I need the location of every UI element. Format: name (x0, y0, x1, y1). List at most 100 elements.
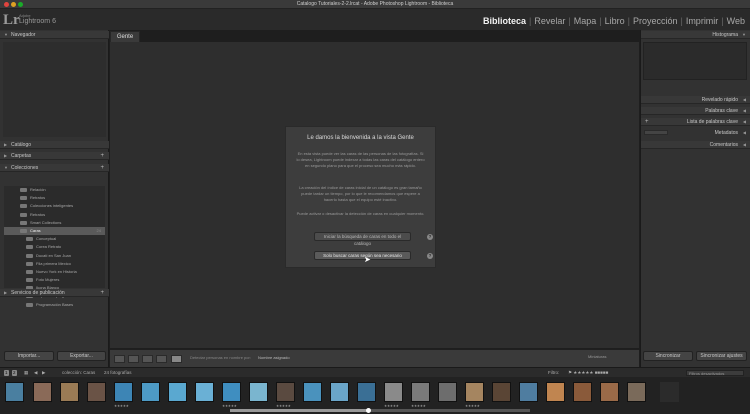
video-progress-bar[interactable] (230, 408, 530, 413)
navigator-preview[interactable] (3, 42, 106, 137)
index-all-faces-button[interactable]: Iniciar la búsqueda de caras en todo el … (314, 232, 411, 246)
list-item[interactable]: Fila primera Mexico (4, 260, 105, 268)
list-item[interactable]: Smart Collections (4, 219, 105, 227)
module-revelar[interactable]: Revelar (531, 16, 568, 26)
metadata-header[interactable]: Metadatos ◀ (690, 129, 750, 137)
histogram-header[interactable]: Histograma ▼ (641, 31, 750, 39)
catalog-header[interactable]: ▶ Catálogo (0, 141, 109, 149)
list-item-selected[interactable]: Caras 24 (4, 226, 105, 236)
collection-icon (26, 245, 33, 250)
add-publish-service-icon[interactable]: + (100, 289, 104, 297)
film-thumb[interactable] (222, 382, 241, 402)
tab-gente[interactable]: Gente (110, 31, 140, 42)
collection-icon (26, 278, 33, 283)
forward-arrow-icon[interactable]: ▶ (42, 370, 45, 376)
film-thumb[interactable] (5, 382, 24, 402)
loupe-view-icon[interactable] (128, 355, 139, 363)
film-thumb[interactable] (168, 382, 187, 402)
module-libro[interactable]: Libro (602, 16, 628, 26)
module-proyeccion[interactable]: Proyección (630, 16, 681, 26)
list-item[interactable]: Ducati en San Juan (4, 252, 105, 260)
keyword-list-header[interactable]: + Lista de palabras clave ◀ (641, 118, 750, 126)
film-thumb[interactable] (195, 382, 214, 402)
window-title: Catalogo Tutoriales-2-2.lrcat - Adobe Ph… (296, 1, 454, 7)
film-thumb[interactable] (600, 382, 619, 402)
sync-settings-button[interactable]: Sincronizar ajustes (696, 351, 747, 361)
primary-monitor-button[interactable]: 1 (4, 370, 9, 376)
expand-triangle-icon: ▶ (4, 142, 8, 147)
export-button[interactable]: Exportar... (57, 351, 106, 361)
film-thumb[interactable] (546, 382, 565, 402)
keywording-header[interactable]: Palabras clave ◀ (641, 107, 750, 115)
film-thumb[interactable] (384, 382, 403, 402)
collection-set-icon (20, 188, 27, 192)
list-item[interactable]: Conceptual (4, 235, 105, 243)
film-thumb[interactable] (357, 382, 376, 402)
grid-view-icon[interactable] (114, 355, 125, 363)
list-item[interactable]: Nuevo York en Historia (4, 268, 105, 276)
add-folder-icon[interactable]: + (100, 152, 104, 160)
list-item[interactable]: Corea Retrato (4, 243, 105, 251)
film-thumb[interactable] (519, 382, 538, 402)
expand-triangle-icon: ◀ (742, 142, 746, 147)
comments-header[interactable]: Comentarios ◀ (641, 141, 750, 149)
help-icon[interactable]: ? (427, 253, 433, 259)
metadata-preset-select[interactable] (644, 130, 668, 135)
back-arrow-icon[interactable]: ◀ (34, 370, 37, 376)
film-thumb[interactable] (276, 382, 295, 402)
film-thumb[interactable] (114, 382, 133, 402)
collapse-triangle-icon: ▼ (742, 32, 746, 37)
flag-filter-icon[interactable]: ⚑ ★★★★★ ■■■■■ (568, 370, 608, 376)
find-faces-as-needed-button[interactable]: Solo buscar caras según sea necesario (314, 251, 411, 260)
list-item[interactable]: Relación (4, 186, 105, 194)
collection-icon (26, 261, 33, 266)
list-item[interactable]: Programación Bases (4, 301, 105, 309)
folders-header[interactable]: ▶ Carpetas + (0, 152, 109, 160)
film-thumb[interactable] (573, 382, 592, 402)
grid-icon[interactable]: ▦ (24, 370, 28, 376)
quick-develop-header[interactable]: Revelado rápido ◀ (641, 96, 750, 104)
toolbar-hint: Detectar personas en nombre por: (190, 355, 251, 360)
add-collection-icon[interactable]: + (100, 164, 104, 172)
survey-view-icon[interactable] (156, 355, 167, 363)
film-thumb[interactable] (249, 382, 268, 402)
collection-icon (26, 253, 33, 258)
module-imprimir[interactable]: Imprimir (683, 16, 722, 26)
pointer-cursor-icon: ➤ (364, 255, 371, 264)
navigator-header[interactable]: ▼ Navegador (0, 31, 109, 39)
secondary-monitor-button[interactable]: 2 (12, 370, 17, 376)
film-thumb[interactable] (303, 382, 322, 402)
list-item[interactable]: Foto Mujeres (4, 276, 105, 284)
source-label[interactable]: colección: Caras (62, 370, 95, 375)
sync-button[interactable]: Sincronizar (643, 351, 693, 361)
film-thumb[interactable] (87, 382, 106, 402)
film-thumb[interactable] (627, 382, 646, 402)
collection-icon (20, 228, 27, 233)
filter-preset-select[interactable]: Filtros desactivados (686, 370, 744, 376)
import-button[interactable]: Importar... (4, 351, 54, 361)
title-bar: Catalogo Tutoriales-2-2.lrcat - Adobe Ph… (0, 0, 750, 9)
add-keyword-icon[interactable]: + (645, 118, 649, 126)
film-thumb[interactable] (411, 382, 430, 402)
film-thumb[interactable] (492, 382, 511, 402)
expand-triangle-icon: ◀ (742, 130, 746, 135)
film-thumb[interactable] (330, 382, 349, 402)
list-item[interactable]: Retratos (4, 211, 105, 219)
progress-knob[interactable] (366, 408, 371, 413)
module-mapa[interactable]: Mapa (571, 16, 600, 26)
help-icon[interactable]: ? (427, 234, 433, 240)
module-biblioteca[interactable]: Biblioteca (480, 16, 529, 26)
list-item[interactable]: Retratos (4, 194, 105, 202)
publish-services-header[interactable]: ▶ Servicios de publicación + (0, 289, 109, 297)
film-thumb[interactable] (465, 382, 484, 402)
film-thumb[interactable] (60, 382, 79, 402)
list-item[interactable]: Colecciones inteligentes (4, 202, 105, 210)
film-thumb[interactable] (438, 382, 457, 402)
compare-view-icon[interactable] (142, 355, 153, 363)
collections-header[interactable]: ▼ Colecciones + (0, 164, 109, 172)
film-thumb[interactable] (141, 382, 160, 402)
people-view-icon[interactable] (171, 355, 182, 363)
module-web[interactable]: Web (724, 16, 748, 26)
sort-dropdown[interactable]: Nombre asignado (258, 355, 290, 360)
film-thumb[interactable] (33, 382, 52, 402)
